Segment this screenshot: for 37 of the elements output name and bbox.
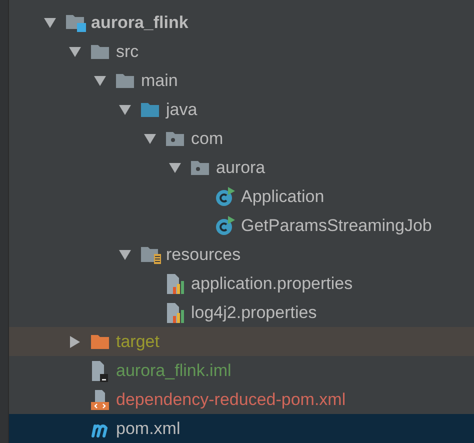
tree-item[interactable]: aurora_flink.iml (9, 356, 474, 385)
expanded-arrow-icon[interactable] (68, 46, 82, 58)
collapsed-arrow-icon[interactable] (68, 336, 82, 348)
folder-icon (140, 100, 160, 118)
expanded-arrow-icon[interactable] (143, 132, 157, 144)
tree-item[interactable]: target (9, 327, 474, 356)
xml-file-icon (90, 388, 110, 410)
package-icon (190, 158, 210, 176)
module-folder-icon (65, 12, 87, 32)
tree-item[interactable]: GetParamsStreamingJob (9, 211, 474, 240)
tree-item[interactable]: Application (9, 182, 474, 211)
tree-item[interactable]: java (9, 95, 474, 124)
class-icon (215, 215, 236, 236)
tree-item[interactable]: aurora (9, 153, 474, 182)
module-file-icon (90, 360, 110, 382)
expanded-arrow-icon[interactable] (118, 104, 132, 116)
tree-item[interactable]: src (9, 37, 474, 66)
properties-file-icon (165, 272, 185, 294)
tree-item[interactable]: aurora_flink (9, 8, 474, 37)
expanded-arrow-icon[interactable] (168, 162, 182, 174)
properties-file-icon (165, 302, 185, 324)
tree-item[interactable]: com (9, 124, 474, 153)
tree-item[interactable]: application.properties (9, 269, 474, 298)
folder-icon (90, 332, 110, 350)
expanded-arrow-icon[interactable] (93, 74, 107, 86)
expanded-arrow-icon[interactable] (43, 16, 57, 28)
tree-item[interactable]: dependency-reduced-pom.xml (9, 385, 474, 414)
tree-item[interactable]: main (9, 66, 474, 95)
folder-icon (90, 42, 110, 60)
tree-item[interactable]: pom.xml (9, 414, 474, 443)
class-icon (215, 186, 236, 207)
package-icon (165, 130, 185, 148)
tree-item[interactable]: log4j2.properties (9, 298, 474, 327)
folder-icon (115, 72, 135, 90)
expanded-arrow-icon[interactable] (118, 248, 132, 260)
tree-item[interactable]: resources (9, 240, 474, 269)
resources-folder-icon (140, 244, 162, 264)
